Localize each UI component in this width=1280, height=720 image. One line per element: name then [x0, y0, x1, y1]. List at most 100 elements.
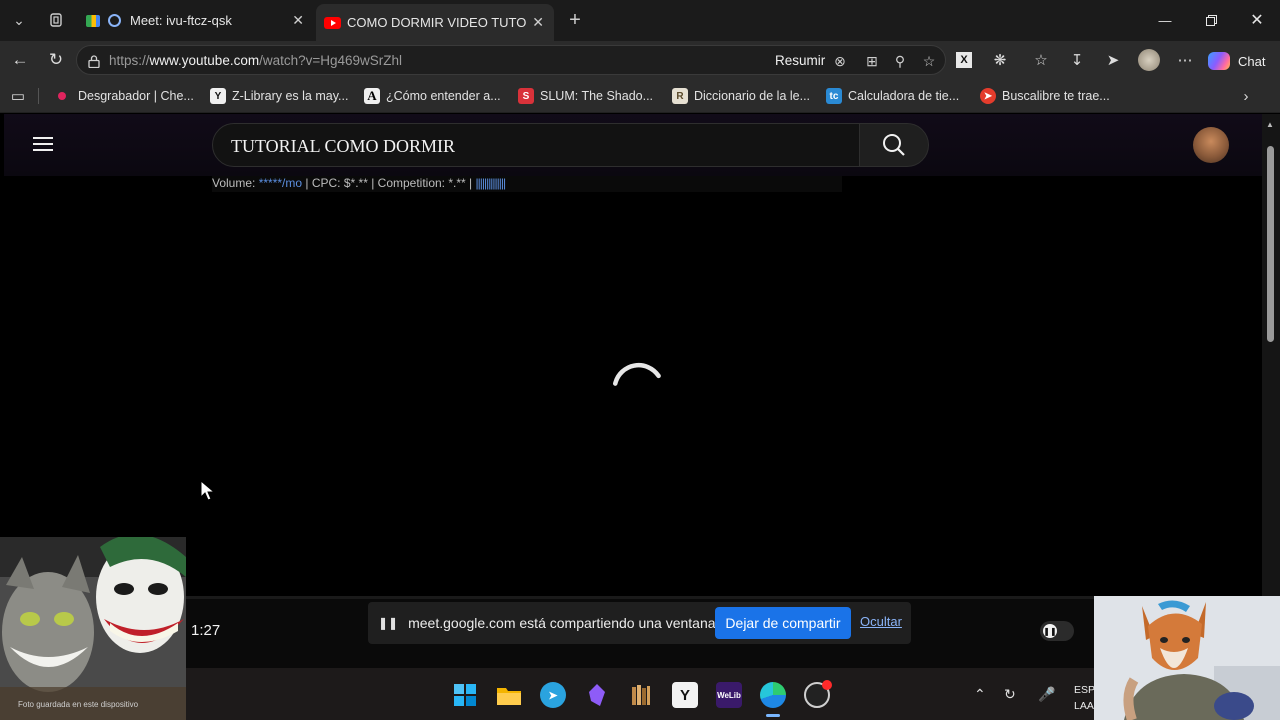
keyword-volume-label: Volume: — [212, 176, 259, 190]
file-explorer-icon[interactable] — [496, 682, 522, 708]
zoom-icon[interactable]: ⚲ — [890, 52, 910, 70]
bookmark-item[interactable]: tc Calculadora de tie... — [826, 87, 959, 105]
account-avatar[interactable] — [1193, 127, 1229, 163]
bookmarks-bar: ▭ Desgrabador | Che... Y Z-Library es la… — [0, 79, 1280, 113]
tab-meet[interactable]: Meet: ivu-ftcz-qsk ✕ — [80, 4, 314, 37]
library-books-icon[interactable] — [628, 682, 654, 708]
url-text: https://www.youtube.com/watch?v=Hg469wSr… — [109, 53, 402, 68]
a-logo-icon: A — [364, 88, 380, 104]
active-app-indicator — [766, 714, 780, 717]
sync-icon[interactable]: ↻ — [1004, 686, 1016, 703]
photo-saved-caption: Foto guardada en este dispositivo — [18, 700, 139, 709]
url-prefix: https:// — [109, 53, 150, 68]
bookmark-item[interactable]: A ¿Cómo entender a... — [364, 87, 501, 105]
url-host: www.youtube.com — [149, 53, 260, 68]
scrollbar-thumb[interactable] — [1267, 146, 1274, 342]
profile-avatar[interactable] — [1137, 49, 1161, 71]
hamburger-menu-icon[interactable] — [30, 134, 56, 156]
chevron-right-icon[interactable]: › — [1234, 85, 1258, 107]
close-window-icon[interactable]: ✕ — [1234, 0, 1280, 40]
bookmark-label: Desgrabador | Che... — [78, 89, 194, 103]
reload-icon[interactable]: ↻ — [42, 47, 70, 73]
summarize-icon[interactable]: ⊗ — [830, 52, 850, 70]
screen-share-notice: ❚❚ meet.google.com está compartiendo una… — [368, 602, 911, 644]
webcam-overlay-joker — [0, 537, 186, 720]
autoplay-toggle[interactable]: ❚❚ — [1040, 621, 1074, 641]
dictionary-icon: R — [672, 88, 688, 104]
zlibrary-icon: Y — [210, 88, 226, 104]
restore-icon[interactable] — [1188, 0, 1234, 40]
tab-youtube[interactable]: COMO DORMIR VIDEO TUTORIAL ✕ — [316, 4, 554, 41]
keyword-stats-text: | CPC: $*.** | Competition: *.** | — [302, 176, 476, 190]
recording-indicator-icon — [108, 14, 121, 27]
webcam-overlay-fox — [1094, 596, 1280, 720]
page-scrollbar[interactable]: ▲ — [1262, 114, 1280, 596]
scroll-up-arrow-icon[interactable]: ▲ — [1266, 120, 1274, 129]
bookmark-label: Calculadora de tie... — [848, 89, 960, 103]
close-tab-icon[interactable]: ✕ — [292, 12, 304, 29]
share-message: meet.google.com está compartiendo una ve… — [408, 615, 720, 631]
browser-tab-strip: ⌄ Meet: ivu-ftcz-qsk ✕ COMO DORMIR VIDEO… — [0, 0, 1280, 41]
keyword-volume-value: *****/mo — [258, 176, 303, 190]
bookmark-label: Diccionario de la le... — [694, 89, 811, 103]
fox-mask-person-image — [1094, 596, 1280, 720]
downloads-icon[interactable]: ↧ — [1065, 49, 1089, 71]
hide-link[interactable]: Ocultar — [860, 614, 902, 629]
address-bar[interactable]: https://www.youtube.com/watch?v=Hg469wSr… — [76, 45, 946, 75]
new-tab-icon[interactable]: + — [562, 8, 588, 32]
back-arrow-icon[interactable]: ← — [6, 47, 34, 73]
workspaces-icon[interactable] — [43, 8, 69, 32]
bookmark-item[interactable]: Y Z-Library es la may... — [210, 87, 348, 105]
keyword-stats-bar: Volume: *****/mo | CPC: $*.** | Competit… — [212, 176, 842, 192]
tray-chevron-up-icon[interactable]: ⌃ — [974, 686, 986, 703]
edge-browser-icon[interactable] — [760, 682, 786, 708]
more-menu-icon[interactable]: ⋯ — [1173, 49, 1197, 71]
stop-sharing-button[interactable]: Dejar de compartir — [715, 607, 851, 639]
welib-app-icon[interactable]: WeLib — [716, 682, 742, 708]
zlibrary-app-icon[interactable]: Y — [672, 682, 698, 708]
windows-taskbar: ➤ Y WeLib ⌃ ↻ 🎤 ESP LAA — [186, 668, 1095, 720]
microphone-icon[interactable]: 🎤 — [1038, 686, 1055, 703]
bookmark-item[interactable]: Desgrabador | Che... — [58, 87, 194, 105]
bookmark-item[interactable]: R Diccionario de la le... — [672, 87, 810, 105]
calculator-icon: tc — [826, 88, 842, 104]
chat-label: Chat — [1238, 53, 1266, 69]
search-button[interactable] — [859, 123, 929, 167]
copilot-chat-button[interactable]: Chat — [1208, 50, 1265, 72]
start-menu-icon[interactable] — [452, 682, 478, 708]
app-available-icon[interactable]: ⊞ — [862, 52, 882, 70]
language-code: ESP — [1074, 684, 1096, 696]
search-query: TUTORIAL COMO DORMIR — [231, 136, 456, 156]
tab-list-chevron-icon[interactable]: ⌄ — [6, 8, 32, 32]
mouse-cursor-icon — [200, 480, 216, 501]
obsidian-icon[interactable] — [584, 682, 610, 708]
bookmark-item[interactable]: S SLUM: The Shado... — [518, 87, 653, 105]
summarize-button[interactable]: Resumir — [775, 53, 825, 68]
language-indicator[interactable]: ESP LAA — [1074, 682, 1095, 714]
browser-toolbar: ← ↻ https://www.youtube.com/watch?v=Hg46… — [0, 41, 1280, 79]
url-path: /watch?v=Hg469wSrZhl — [259, 53, 403, 68]
extension-x-icon[interactable]: X — [952, 49, 976, 71]
minimize-icon[interactable]: — — [1142, 0, 1188, 40]
telegram-icon[interactable]: ➤ — [540, 682, 566, 708]
player-time: 1:27 — [191, 622, 221, 639]
collections-icon[interactable]: ▭ — [6, 85, 30, 107]
bookmark-label: Z-Library es la may... — [232, 89, 349, 103]
lock-icon[interactable] — [84, 52, 104, 70]
search-input[interactable]: TUTORIAL COMO DORMIR — [212, 123, 860, 167]
buscalibre-icon: ➤ — [980, 88, 996, 104]
tab-label: Meet: ivu-ftcz-qsk — [130, 13, 232, 28]
obs-icon[interactable] — [804, 680, 832, 708]
pause-share-icon[interactable]: ❚❚ — [378, 616, 398, 630]
close-tab-icon[interactable]: ✕ — [532, 14, 544, 31]
favorites-icon[interactable]: ☆ — [1029, 49, 1053, 71]
favorite-star-icon[interactable]: ☆ — [919, 52, 939, 70]
extensions-puzzle-icon[interactable]: ❋ — [988, 49, 1012, 71]
youtube-icon — [324, 16, 341, 29]
keyword-trend-bars: |||||||||||||| — [475, 176, 506, 190]
share-icon[interactable]: ➤ — [1101, 49, 1125, 71]
pause-icon: ❚❚ — [1043, 624, 1057, 638]
bookmark-item[interactable]: ➤ Buscalibre te trae... — [980, 87, 1110, 105]
bookmark-label: ¿Cómo entender a... — [386, 89, 501, 103]
slum-icon: S — [518, 88, 534, 104]
